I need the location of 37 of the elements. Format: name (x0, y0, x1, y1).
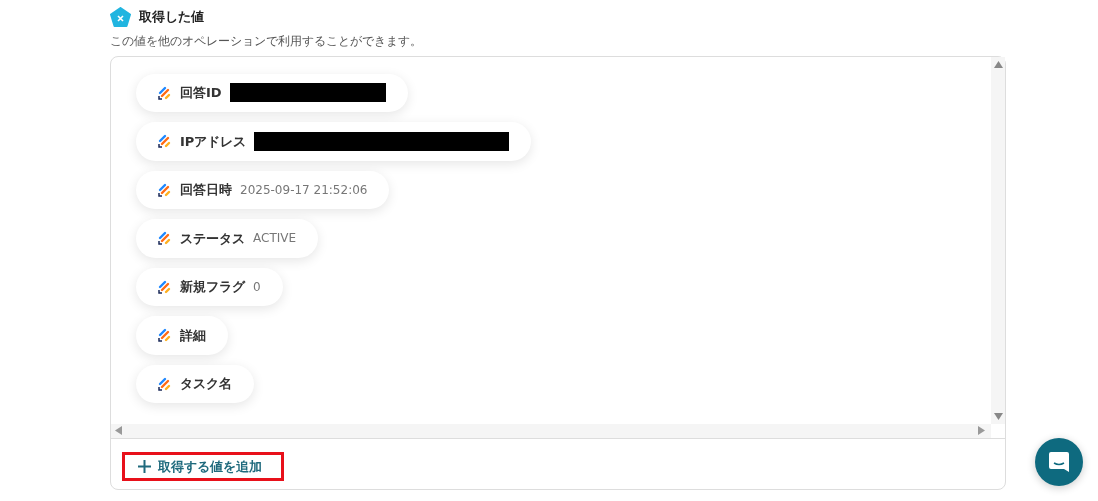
section-description: この値を他のオペレーションで利用することができます。 (110, 34, 423, 50)
value-chip[interactable]: 回答日時 2025-09-17 21:52:06 (136, 170, 390, 210)
app-logo-icon (158, 85, 172, 100)
app-logo-icon (158, 376, 172, 391)
vertical-scrollbar[interactable] (991, 56, 1005, 424)
value-label: 回答日時 (180, 181, 232, 200)
scroll-left-icon[interactable] (115, 426, 122, 436)
value-chip[interactable]: 新規フラグ 0 (136, 267, 283, 307)
add-value-button[interactable]: 取得する値を追加 (122, 451, 284, 482)
chat-button[interactable] (1035, 438, 1083, 486)
value-label: タスク名 (180, 375, 232, 394)
value-chip[interactable]: ステータス ACTIVE (136, 219, 319, 258)
app-logo-icon (158, 134, 172, 149)
value-text: ACTIVE (253, 230, 297, 248)
value-chip[interactable]: 詳細 (136, 316, 228, 355)
plus-icon (138, 459, 151, 473)
value-label: IPアドレス (180, 132, 247, 151)
section-title: 取得した値 (139, 8, 204, 27)
value-text: 2025-09-17 21:52:06 (240, 181, 368, 199)
horizontal-scrollbar[interactable] (111, 423, 991, 438)
chat-icon (1048, 451, 1070, 473)
app-logo-icon (158, 279, 172, 294)
scroll-right-icon[interactable] (978, 426, 985, 436)
value-label: 詳細 (180, 326, 206, 345)
app-logo-icon (158, 182, 172, 197)
value-label: 回答ID (180, 84, 222, 103)
scroll-down-icon[interactable] (993, 412, 1003, 420)
value-text: 0 (253, 278, 261, 296)
app-logo-icon (158, 231, 172, 246)
scroll-up-icon[interactable] (993, 60, 1003, 68)
value-chip[interactable]: IPアドレス (136, 122, 532, 161)
value-chip[interactable]: 回答ID (136, 73, 408, 113)
value-label: 新規フラグ (180, 278, 245, 297)
value-label: ステータス (180, 229, 245, 248)
value-chip[interactable]: タスク名 (136, 364, 254, 404)
pentagon-icon (110, 7, 131, 27)
app-logo-icon (158, 328, 172, 343)
